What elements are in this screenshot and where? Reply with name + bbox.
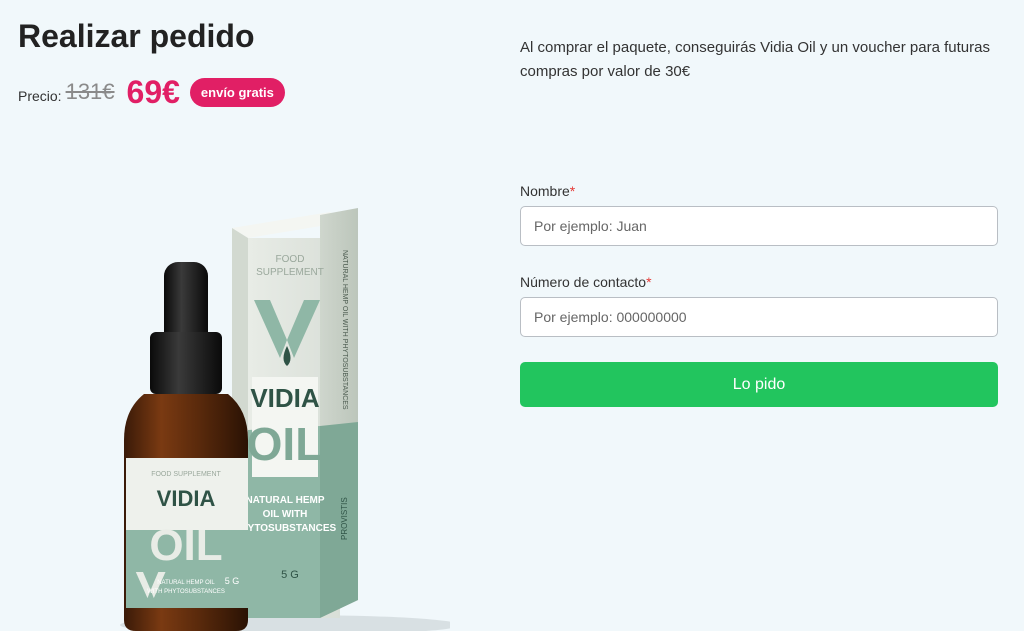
bottle-desc-line2: WITH PHYTOSUBSTANCES [147,589,225,595]
product-illustration: FOOD SUPPLEMENT VIDIA OIL NATURAL HEMP O… [120,208,460,631]
box-supplement-text: SUPPLEMENT [256,267,324,278]
bottle-brand-line2: OIL [149,521,222,570]
name-label: Nombre* [520,183,575,199]
box-brand-line2: OIL [247,418,324,470]
phone-input[interactable] [520,297,998,337]
phone-label: Número de contacto* [520,274,652,290]
box-weight: 5 G [281,569,299,581]
box-food-text: FOOD [276,254,305,265]
free-shipping-badge: envío gratis [189,77,285,107]
bottle-supplement-text: FOOD SUPPLEMENT [151,471,221,478]
box-brand-line1: VIDIA [250,383,320,413]
page-title: Realizar pedido [18,18,255,54]
name-input[interactable] [520,206,998,246]
price-row: Precio: 131€ 69€ envío gratis [18,74,285,110]
box-desc-line1: NATURAL HEMP [245,495,324,506]
box-provistis: PROVISTIS [340,497,349,540]
new-price: 69€ [126,73,180,110]
bottle-desc-line1: NATURAL HEMP OIL [157,580,215,586]
required-mark: * [646,274,652,290]
old-price: 131€ [65,79,115,104]
box-desc-line2: OIL WITH [263,509,308,520]
submit-order-button[interactable]: Lo pido [520,362,998,407]
voucher-info-text: Al comprar el paquete, conseguirás Vidia… [520,39,990,80]
box-side-text: NATURAL HEMP OIL WITH PHYTOSUBSTANCES [341,250,348,410]
name-label-text: Nombre [520,183,570,199]
box-desc-line3: PHYTOSUBSTANCES [234,523,337,534]
required-mark: * [569,183,576,199]
bottle-weight: 5 G [225,576,240,586]
price-label: Precio: [18,88,62,104]
bottle-brand-line1: VIDIA [157,486,216,511]
product-image: FOOD SUPPLEMENT VIDIA OIL NATURAL HEMP O… [100,200,460,631]
phone-label-text: Número de contacto [520,274,647,290]
